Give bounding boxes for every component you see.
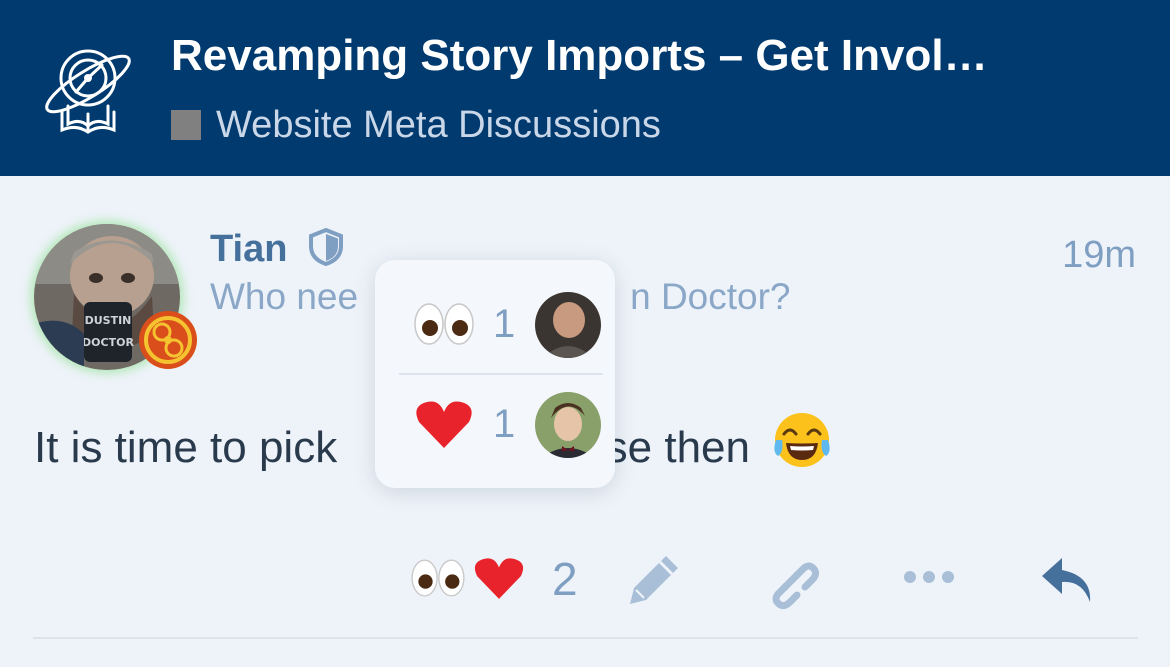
svg-text:DUSTIN: DUSTIN: [85, 314, 132, 327]
eyes-icon[interactable]: [410, 553, 466, 603]
red-heart-icon[interactable]: [472, 551, 526, 605]
pencil-icon[interactable]: [624, 550, 684, 610]
username[interactable]: Tian: [210, 226, 287, 272]
post-divider: [33, 637, 1138, 639]
more-icon[interactable]: [902, 564, 956, 590]
avatar[interactable]: DUSTIN DOCTOR: [34, 224, 198, 372]
reaction-row-heart[interactable]: 1: [375, 374, 615, 474]
reaction-row-eyes[interactable]: 1: [375, 274, 615, 374]
face-with-tears-of-joy-icon: [774, 413, 830, 467]
category-badge[interactable]: Website Meta Discussions: [171, 100, 661, 150]
user-title-visible-end: n Doctor?: [630, 276, 791, 317]
category-label: Website Meta Discussions: [216, 104, 661, 146]
topic-header: Revamping Story Imports – Get Invol… Web…: [0, 0, 1170, 176]
moderator-shield-icon: [309, 228, 343, 266]
user-title-visible-start: Who nee: [210, 276, 359, 317]
post-body-start: It is time to pick: [34, 423, 338, 472]
eyes-icon: [414, 303, 474, 345]
reaction-total-count[interactable]: 2: [552, 550, 578, 608]
gallifreyan-flair-icon: [139, 311, 197, 369]
reaction-count: 1: [493, 402, 516, 446]
post-time[interactable]: 19m: [1062, 232, 1136, 278]
post-actions: 2: [0, 540, 1170, 620]
reactor-avatar[interactable]: [535, 392, 601, 458]
topic-title[interactable]: Revamping Story Imports – Get Invol…: [171, 28, 1071, 84]
category-color-square: [171, 110, 201, 140]
svg-text:DOCTOR: DOCTOR: [82, 336, 134, 349]
site-logo-icon[interactable]: [36, 38, 138, 138]
reaction-count: 1: [493, 302, 516, 346]
reactor-avatar[interactable]: [535, 292, 601, 358]
reactions-popup: 1 1: [375, 260, 615, 488]
link-icon[interactable]: [762, 552, 820, 610]
red-heart-icon: [416, 401, 472, 448]
reply-icon[interactable]: [1038, 554, 1098, 606]
